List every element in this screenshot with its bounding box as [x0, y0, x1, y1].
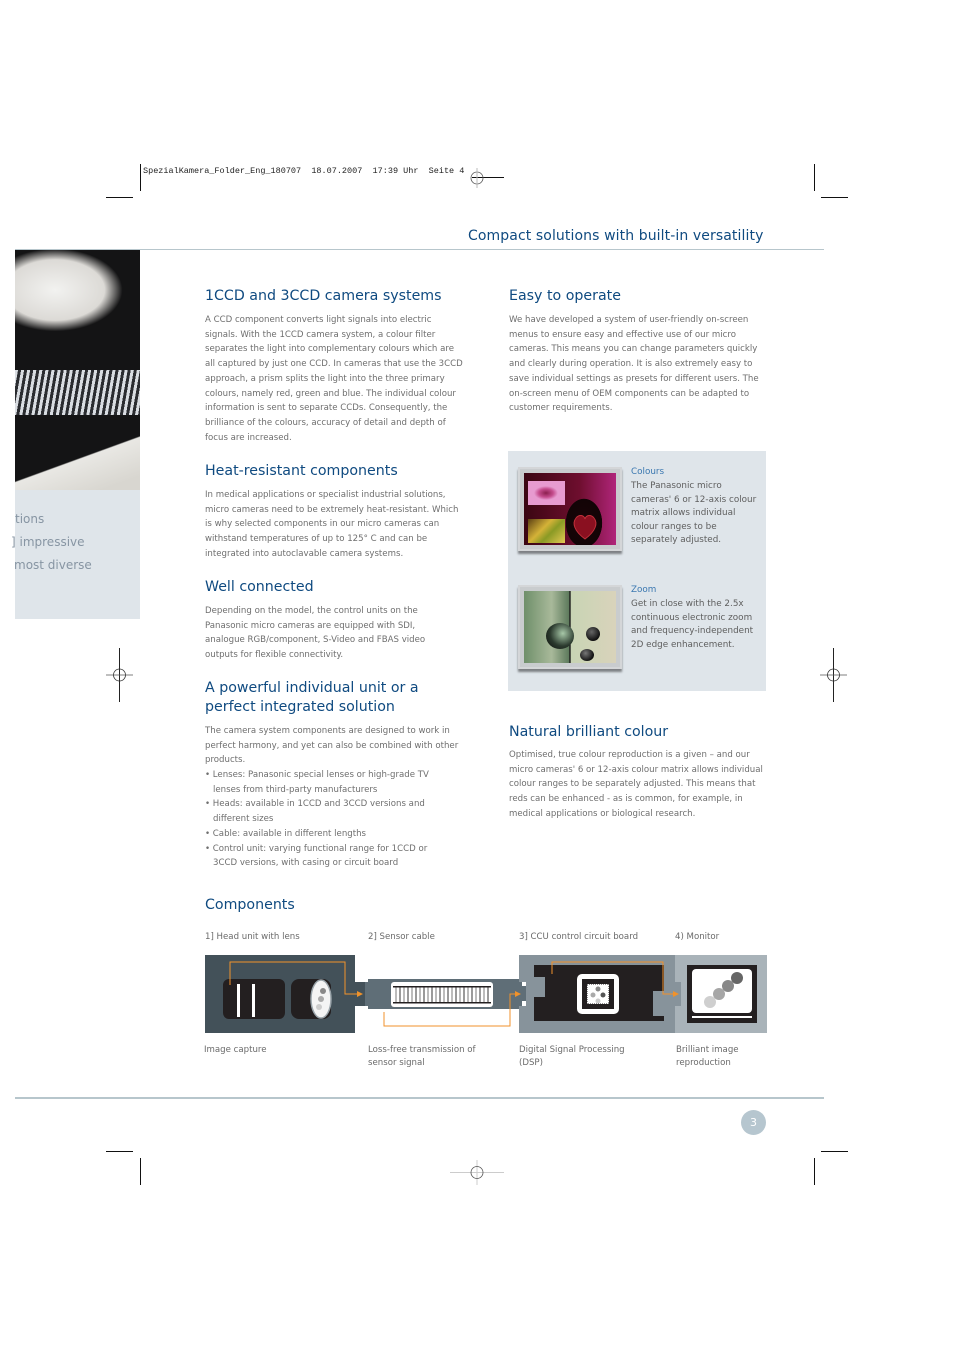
- connector-pin: [399, 986, 401, 1003]
- bullet-item: • Lenses: Panasonic special lenses or hi…: [205, 770, 429, 795]
- registration-mark-icon: [470, 168, 484, 188]
- connector-pin: [467, 986, 469, 1003]
- registration-mark-icon: [820, 648, 847, 702]
- printer-slug: SpezialKamera_Folder_Eng_180707 18.07.20…: [143, 166, 465, 176]
- crop-mark: [814, 1158, 815, 1185]
- section-body-ccd: A CCD component converts light signals i…: [205, 315, 463, 443]
- sidebar-text-line: most diverse: [14, 558, 92, 572]
- connector-pin: [447, 986, 449, 1003]
- section-title-powerful-line2: perfect integrated solution: [205, 699, 395, 715]
- sidebar-text-box: [15, 490, 140, 619]
- connector-pin: [403, 986, 405, 1003]
- connector-pin: [439, 986, 441, 1003]
- sensor-cable-block: [365, 979, 527, 1009]
- component-label: 4) Monitor: [675, 932, 720, 942]
- colours-caption-text: The Panasonic micro cameras' 6 or 12-axi…: [631, 481, 757, 546]
- zoom-caption-text: Get in close with the 2.5x continuous el…: [631, 599, 754, 650]
- inset-image: [528, 519, 565, 543]
- section-title-easy: Easy to operate: [509, 288, 621, 304]
- ccu-block: [519, 955, 681, 1033]
- component-label: 2] Sensor cable: [368, 932, 435, 942]
- sidebar-text-line: tions: [15, 512, 45, 526]
- components-diagram: [205, 955, 767, 1033]
- zoom-caption-title: Zoom: [631, 585, 657, 595]
- inset-image: [528, 481, 565, 505]
- bullet-item: • Control unit: varying functional range…: [205, 843, 428, 869]
- colours-caption-title: Colours: [631, 467, 665, 477]
- section-body-connected: Depending on the model, the control unit…: [205, 606, 426, 661]
- section-title-ccd: 1CCD and 3CCD camera systems: [205, 288, 442, 304]
- crop-mark: [821, 1151, 848, 1152]
- component-description: Brilliant image reproduction: [676, 1045, 739, 1069]
- components-title: Components: [205, 897, 295, 913]
- crop-mark: [140, 164, 141, 191]
- sidebar-text-line: ] impressive: [11, 535, 85, 549]
- monitor-block: [675, 955, 767, 1033]
- component-label: 1] Head unit with lens: [205, 932, 300, 942]
- page-number-badge: 3: [741, 1110, 766, 1135]
- connector-pin: [479, 986, 481, 1003]
- section-title-connected: Well connected: [205, 579, 314, 595]
- connector-pin: [487, 986, 489, 1003]
- connector-pin: [395, 986, 397, 1003]
- drop-shape: [546, 623, 574, 649]
- connector-pin: [423, 986, 425, 1003]
- connector-pin: [427, 986, 429, 1003]
- connector-pin: [471, 986, 473, 1003]
- section-body-powerful: The camera system components are designe…: [205, 726, 459, 766]
- component-description: Loss-free transmission of sensor signal: [368, 1045, 476, 1069]
- bullet-item: • Cable: available in different lengths: [205, 828, 367, 839]
- connector-pin: [443, 986, 445, 1003]
- component-description: Image capture: [204, 1045, 267, 1055]
- connector-pin: [463, 986, 465, 1003]
- drop-shape: [580, 649, 594, 661]
- connector-pin: [475, 986, 477, 1003]
- connector-pin: [435, 986, 437, 1003]
- crop-mark: [821, 197, 848, 198]
- connector-pin: [407, 986, 409, 1003]
- registration-mark-icon: [106, 648, 133, 702]
- connector-pin: [411, 986, 413, 1003]
- crop-mark: [106, 197, 133, 198]
- page-title: Compact solutions with built-in versatil…: [468, 228, 764, 244]
- heart-icon: [573, 515, 597, 540]
- component-label: 3] CCU control circuit board: [519, 932, 639, 942]
- zoom-thumbnail: [518, 585, 622, 669]
- crop-mark: [106, 1151, 133, 1152]
- connector-pin: [415, 986, 417, 1003]
- section-body-easy: We have developed a system of user-frien…: [509, 315, 759, 414]
- connector-pin: [459, 986, 461, 1003]
- section-body-natural: Optimised, true colour reproduction is a…: [509, 750, 763, 819]
- colours-thumbnail: [518, 467, 622, 551]
- footer-rule: [15, 1097, 824, 1099]
- section-title-powerful: A powerful individual unit or a: [205, 680, 419, 696]
- bullet-item: • Heads: available in 1CCD and 3CCD vers…: [205, 799, 425, 825]
- component-description: Digital Signal Processing (DSP): [519, 1045, 625, 1069]
- feature-bullet-list: • Lenses: Panasonic special lenses or hi…: [205, 768, 445, 871]
- printing-press-photo: [15, 250, 140, 490]
- connector-pin: [419, 986, 421, 1003]
- drop-shape: [586, 627, 600, 641]
- connector-pin: [431, 986, 433, 1003]
- registration-mark-icon: [450, 1160, 504, 1185]
- section-title-heat: Heat-resistant components: [205, 463, 398, 479]
- connector-pin: [483, 986, 485, 1003]
- connector-pin: [451, 986, 453, 1003]
- crop-mark: [814, 164, 815, 191]
- head-unit-block: [205, 955, 365, 1033]
- crop-mark: [140, 1158, 141, 1185]
- connector-edge: [393, 986, 491, 988]
- section-body-heat: In medical applications or specialist in…: [205, 490, 459, 559]
- connector-edge: [393, 1002, 491, 1004]
- connector-pin: [455, 986, 457, 1003]
- section-title-natural: Natural brilliant colour: [509, 724, 669, 740]
